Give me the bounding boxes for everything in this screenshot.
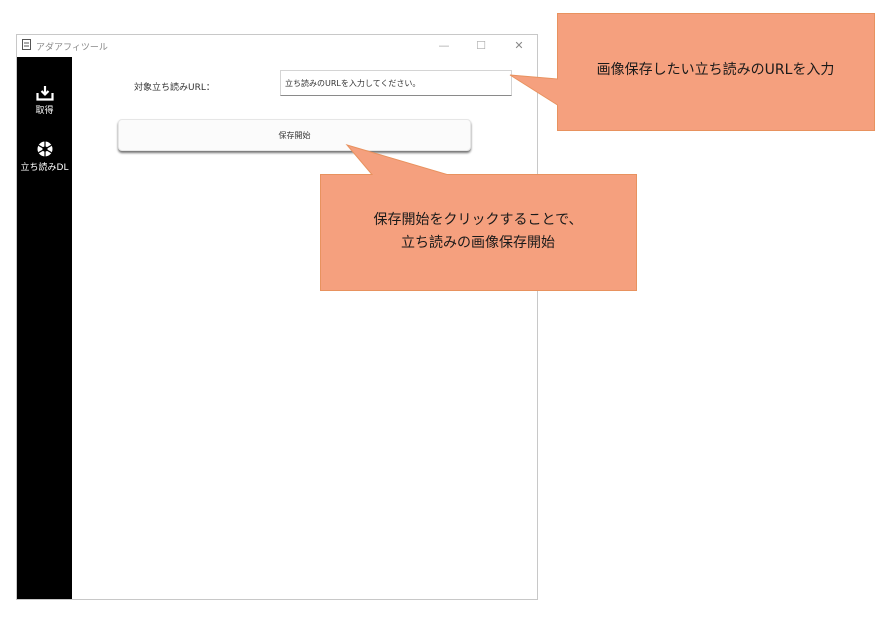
sidebar-item-label: 立ち読みDL <box>20 163 69 173</box>
callout-url-hint: 画像保存したい立ち読みのURLを入力 <box>557 13 874 130</box>
close-button[interactable]: ✕ <box>504 37 534 55</box>
sidebar-item-get[interactable]: 取得 <box>17 85 72 116</box>
callout-start-hint: 保存開始をクリックすることで、 立ち読みの画像保存開始 <box>320 174 636 290</box>
sidebar: 取得 立ち読みDL <box>17 57 72 599</box>
sidebar-item-tachiyomi-dl[interactable]: 立ち読みDL <box>17 140 72 173</box>
callout-start-hint-line1: 保存開始をクリックすることで、 <box>373 212 583 228</box>
app-icon <box>22 39 31 50</box>
minimize-button[interactable]: — <box>429 37 459 55</box>
camera-shutter-icon <box>37 141 52 157</box>
download-tray-icon <box>35 86 54 101</box>
title-bar[interactable]: アダアフィツール — ☐ ✕ <box>17 35 537 57</box>
sidebar-item-label: 取得 <box>35 106 54 116</box>
callout-start-hint-line2: 立ち読みの画像保存開始 <box>401 235 555 251</box>
callout-url-hint-text: 画像保存したい立ち読みのURLを入力 <box>596 61 835 78</box>
url-input[interactable] <box>280 70 512 96</box>
app-window: アダアフィツール — ☐ ✕ 取得 立ち読みDL 対象立ち読みURL： 保存開始 <box>16 34 538 600</box>
url-label: 対象立ち読みURL： <box>134 83 215 93</box>
window-title: アダアフィツール <box>36 43 108 53</box>
maximize-button[interactable]: ☐ <box>466 37 496 55</box>
start-save-button[interactable]: 保存開始 <box>118 119 471 151</box>
